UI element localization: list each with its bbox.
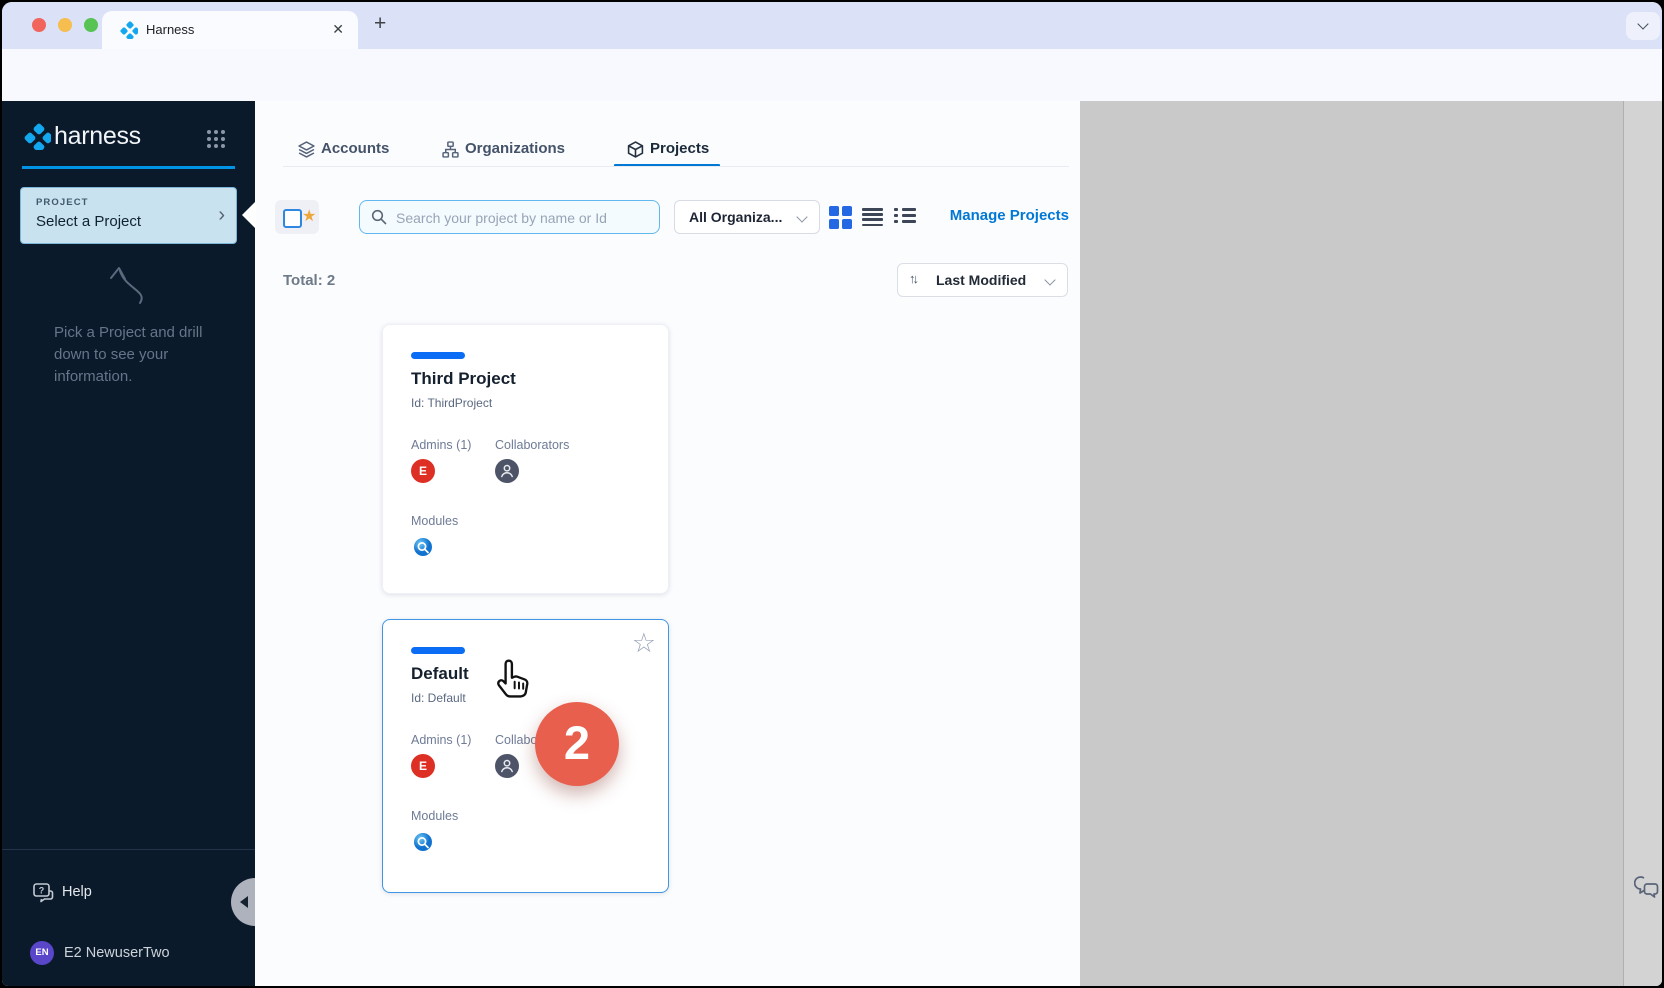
doodle-arrow-icon xyxy=(100,257,152,314)
sort-dropdown[interactable]: ↑↓ Last Modified xyxy=(897,263,1068,297)
window-close-button[interactable] xyxy=(32,18,46,32)
favorites-filter: ★ xyxy=(275,200,319,234)
annotation-step-badge: 2 xyxy=(535,702,619,786)
harness-logo-icon[interactable] xyxy=(24,123,51,155)
collaborator-avatar[interactable] xyxy=(495,754,519,778)
modules-label: Modules xyxy=(411,514,458,528)
sidebar-hint-text: Pick a Project and drill down to see you… xyxy=(54,322,236,388)
help-button[interactable]: ? Help xyxy=(32,881,54,908)
favorite-star-outline-icon[interactable]: ☆ xyxy=(632,628,656,659)
project-id: Id: ThirdProject xyxy=(411,396,492,410)
viewport-backdrop xyxy=(1080,101,1623,986)
rows-view-toggle[interactable] xyxy=(862,208,883,229)
project-color-bar xyxy=(411,647,465,654)
project-title: Third Project xyxy=(411,369,516,389)
search-input[interactable] xyxy=(394,204,653,232)
admins-label: Admins (1) xyxy=(411,438,471,452)
tab-organizations-label: Organizations xyxy=(465,140,565,157)
admins-label: Admins (1) xyxy=(411,733,471,747)
module-switcher-icon[interactable] xyxy=(206,129,226,154)
chevron-down-icon xyxy=(1044,274,1055,285)
tab-accounts-label: Accounts xyxy=(321,140,389,157)
harness-favicon-icon xyxy=(120,21,138,44)
help-label: Help xyxy=(62,884,92,900)
modules-label: Modules xyxy=(411,809,458,823)
browser-tab[interactable]: Harness ✕ xyxy=(102,11,358,49)
window-minimize-button[interactable] xyxy=(58,18,72,32)
tab-strip: Harness ✕ + xyxy=(2,2,1662,49)
project-id: Id: Default xyxy=(411,691,466,705)
project-selector[interactable]: PROJECT Select a Project › xyxy=(20,187,237,244)
project-selector-label: PROJECT xyxy=(36,197,89,208)
person-icon xyxy=(499,758,515,774)
favorite-star-icon[interactable]: ★ xyxy=(302,206,316,226)
project-color-bar xyxy=(411,352,465,359)
tab-projects-label: Projects xyxy=(650,140,709,157)
user-avatar: EN xyxy=(30,941,54,965)
chat-bubbles-icon[interactable] xyxy=(1634,874,1660,905)
org-chart-icon xyxy=(442,141,459,163)
total-count: Total: 2 xyxy=(283,272,335,289)
search-icon xyxy=(371,209,387,225)
admin-avatar[interactable]: E xyxy=(411,754,435,778)
screenshot-stage: Harness ✕ + app.harness.io/ng/account/YW… xyxy=(0,0,1664,988)
sort-arrows-icon: ↑↓ xyxy=(909,271,916,286)
module-icon[interactable] xyxy=(413,537,433,562)
admin-avatar[interactable]: E xyxy=(411,459,435,483)
cube-icon xyxy=(627,141,644,163)
collaborators-label: Collaborators xyxy=(495,438,569,452)
tab-search-button[interactable] xyxy=(1626,12,1660,40)
harness-wordmark: harness xyxy=(54,122,141,151)
tabs-divider xyxy=(283,166,1069,167)
right-rail xyxy=(1623,101,1662,986)
user-name: E2 NewuserTwo xyxy=(64,945,170,961)
chevron-right-icon: › xyxy=(218,204,225,227)
person-icon xyxy=(499,463,515,479)
new-tab-button[interactable]: + xyxy=(374,12,386,36)
module-icon[interactable] xyxy=(413,832,433,857)
project-card-default[interactable]: ☆ Default Id: Default Admins (1) Collabo… xyxy=(382,619,669,893)
selector-pointer-caret xyxy=(242,201,256,229)
manage-projects-link[interactable]: Manage Projects xyxy=(914,199,1069,233)
chevron-down-icon xyxy=(1637,18,1648,29)
sort-dropdown-value: Last Modified xyxy=(936,272,1026,288)
project-card-third-project[interactable]: Third Project Id: ThirdProject Admins (1… xyxy=(382,324,669,594)
window-zoom-button[interactable] xyxy=(84,18,98,32)
grid-view-toggle[interactable] xyxy=(829,206,852,234)
collaborator-avatar[interactable] xyxy=(495,459,519,483)
tab-title: Harness xyxy=(146,22,194,37)
layers-icon xyxy=(298,141,315,163)
hand-cursor-icon xyxy=(493,656,535,715)
browser-window: Harness ✕ + app.harness.io/ng/account/YW… xyxy=(2,2,1662,986)
project-selector-value: Select a Project xyxy=(36,213,141,230)
organization-dropdown-value: All Organiza... xyxy=(689,209,782,225)
svg-text:?: ? xyxy=(39,886,45,896)
organization-dropdown[interactable]: All Organiza... xyxy=(674,200,820,234)
favorites-checkbox[interactable] xyxy=(283,209,302,228)
sidebar-accent-divider xyxy=(22,166,235,169)
sidebar-divider xyxy=(2,849,255,850)
browser-toolbar: app.harness.io/ng/account/YWdkwNPiTceDUK… xyxy=(2,49,1662,102)
project-search xyxy=(359,200,660,234)
tab-close-icon[interactable]: ✕ xyxy=(332,21,344,38)
chevron-down-icon xyxy=(796,211,807,222)
project-title: Default xyxy=(411,664,469,684)
collapse-arrow-icon xyxy=(240,896,248,908)
